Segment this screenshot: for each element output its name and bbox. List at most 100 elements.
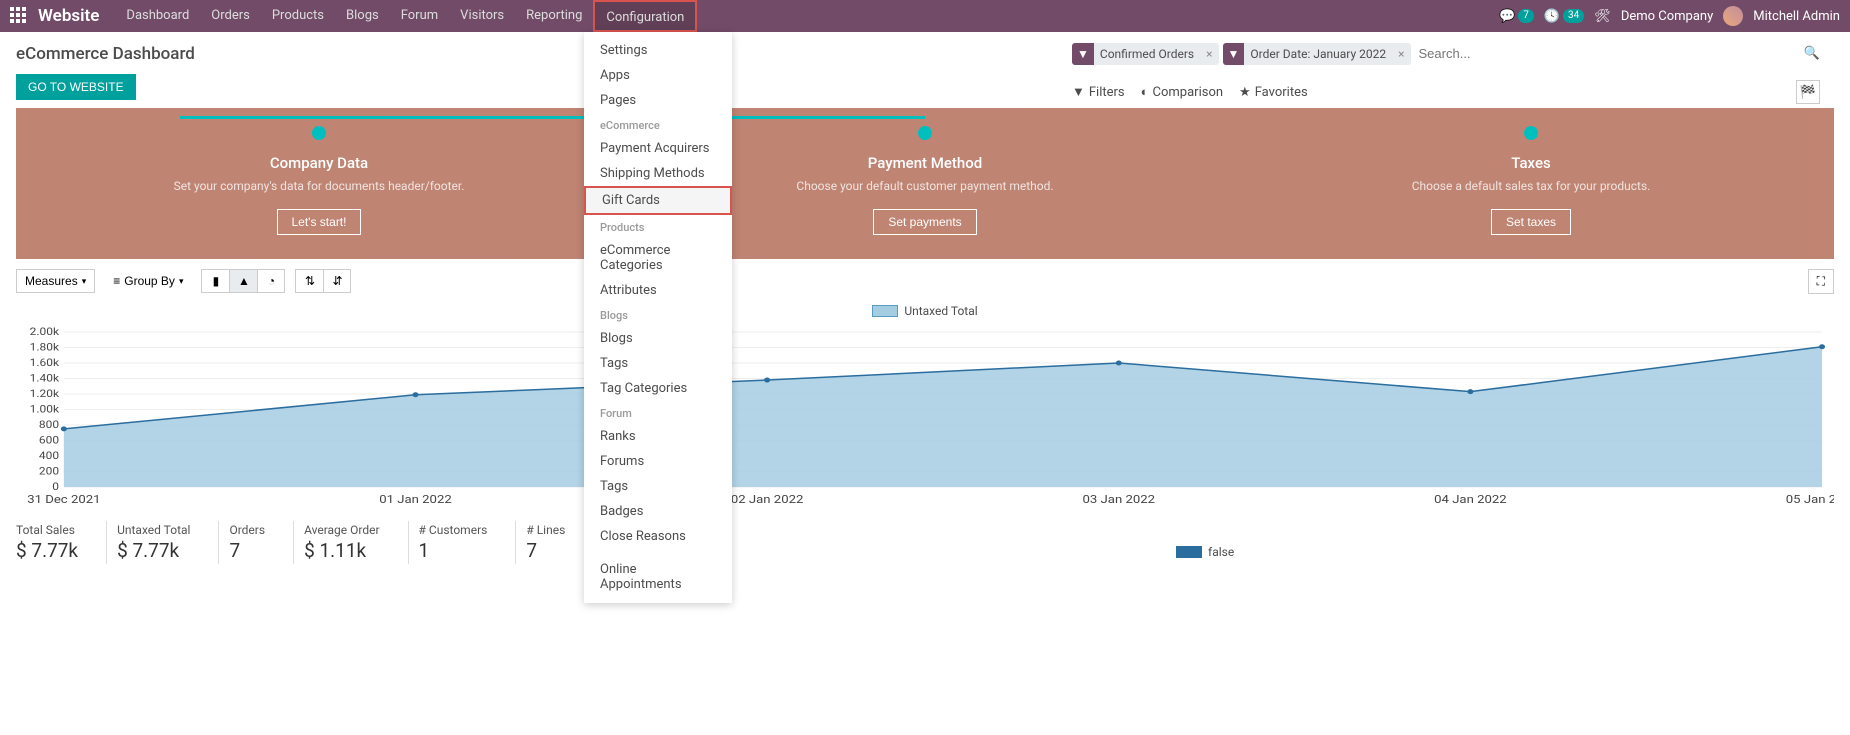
kpi-average-order: Average Order $ 1.11k: [293, 521, 407, 564]
nav-forum[interactable]: Forum: [390, 0, 449, 32]
nav-blogs[interactable]: Blogs: [335, 0, 390, 32]
user-avatar[interactable]: [1723, 6, 1743, 26]
nav-configuration[interactable]: Configuration: [593, 0, 697, 32]
svg-text:1.00k: 1.00k: [30, 403, 60, 415]
user-name[interactable]: Mitchell Admin: [1753, 9, 1840, 24]
activities-indicator[interactable]: 🕓 34: [1544, 9, 1584, 24]
onboarding-banner: Company Data Set your company's data for…: [16, 108, 1834, 259]
dd-apps[interactable]: Apps: [584, 63, 732, 88]
measures-button[interactable]: Measures: [16, 269, 95, 293]
company-name[interactable]: Demo Company: [1621, 9, 1713, 24]
dashboard-view-button[interactable]: 🏁: [1796, 80, 1820, 104]
svg-text:03 Jan 2022: 03 Jan 2022: [1083, 493, 1156, 506]
nav-right: 💬 7 🕓 34 🛠 Demo Company Mitchell Admin: [1499, 6, 1840, 26]
set-payments-button[interactable]: Set payments: [873, 209, 976, 235]
app-brand[interactable]: Website: [38, 6, 99, 26]
line-chart-button[interactable]: ▲: [229, 269, 257, 293]
line-chart-icon: ▲: [238, 274, 250, 288]
expand-button[interactable]: ⛶: [1808, 269, 1834, 294]
svg-text:200: 200: [39, 465, 59, 477]
step-dot-icon: [312, 126, 326, 140]
kpi-total-sales: Total Sales $ 7.77k: [16, 521, 106, 564]
dd-gift-cards[interactable]: Gift Cards: [584, 186, 732, 215]
kpi-conversion-rate: Conversion Rate false: [593, 521, 1834, 564]
kpi-row: Total Sales $ 7.77k Untaxed Total $ 7.77…: [0, 511, 1850, 580]
bar-chart-button[interactable]: ▮: [201, 269, 229, 293]
dd-tags-blogs[interactable]: Tags: [584, 351, 732, 376]
dd-attributes[interactable]: Attributes: [584, 278, 732, 303]
groupby-button[interactable]: ≡ Group By: [105, 270, 191, 292]
chart-type-switcher: ▮ ▲ ◔: [201, 269, 285, 293]
nav-reporting[interactable]: Reporting: [515, 0, 593, 32]
svg-text:1.40k: 1.40k: [30, 372, 60, 384]
dd-tags-forum[interactable]: Tags: [584, 474, 732, 499]
kpi-lines: # Lines 7: [515, 521, 593, 564]
wrench-icon[interactable]: 🛠: [1594, 9, 1611, 24]
kpi-customers: # Customers 1: [408, 521, 516, 564]
go-to-website-button[interactable]: GO TO WEBSITE: [16, 74, 136, 100]
svg-text:600: 600: [39, 434, 59, 446]
dd-shipping-methods[interactable]: Shipping Methods: [584, 161, 732, 186]
kpi-orders: Orders 7: [218, 521, 293, 564]
step-dot-icon: [918, 126, 932, 140]
nav-dashboard[interactable]: Dashboard: [115, 0, 200, 32]
svg-text:1.80k: 1.80k: [30, 341, 60, 353]
dd-forums[interactable]: Forums: [584, 449, 732, 474]
apps-icon[interactable]: [10, 7, 28, 25]
dd-blogs[interactable]: Blogs: [584, 326, 732, 351]
sort-switcher: ⇅ ⇵: [295, 269, 351, 293]
messages-indicator[interactable]: 💬 7: [1499, 9, 1534, 24]
messages-badge: 7: [1518, 9, 1534, 23]
dd-close-reasons[interactable]: Close Reasons: [584, 524, 732, 549]
facet-confirmed-orders[interactable]: ▼ Confirmed Orders ×: [1072, 43, 1219, 65]
groupby-icon: ≡: [113, 274, 120, 288]
clock-icon: 🕓: [1544, 9, 1560, 24]
step-dot-icon: [1524, 126, 1538, 140]
pie-chart-button[interactable]: ◔: [257, 269, 285, 293]
filters-button[interactable]: ▼Filters: [1072, 84, 1125, 100]
filter-row: ▼Filters ◐Comparison ★Favorites 🏁: [1056, 72, 1836, 112]
facet-remove[interactable]: ×: [1392, 47, 1410, 61]
onboard-step-company: Company Data Set your company's data for…: [92, 126, 547, 235]
dd-ecommerce-categories[interactable]: eCommerce Categories: [584, 238, 732, 278]
kpi-untaxed-total: Untaxed Total $ 7.77k: [106, 521, 218, 564]
dd-badges[interactable]: Badges: [584, 499, 732, 524]
configuration-dropdown: Settings Apps Pages eCommerce Payment Ac…: [584, 32, 732, 603]
dd-settings[interactable]: Settings: [584, 38, 732, 63]
lets-start-button[interactable]: Let's start!: [277, 209, 362, 235]
dd-ranks[interactable]: Ranks: [584, 424, 732, 449]
svg-text:1.20k: 1.20k: [30, 388, 60, 400]
dd-tag-categories[interactable]: Tag Categories: [584, 376, 732, 401]
svg-text:02 Jan 2022: 02 Jan 2022: [731, 493, 804, 506]
filter-icon: ▼: [1072, 43, 1094, 65]
svg-text:400: 400: [39, 450, 59, 462]
dd-pages[interactable]: Pages: [584, 88, 732, 113]
facet-order-date[interactable]: ▼ Order Date: January 2022 ×: [1223, 43, 1411, 65]
gauge-icon: 🏁: [1800, 85, 1816, 100]
search-input[interactable]: [1415, 42, 1804, 65]
svg-text:04 Jan 2022: 04 Jan 2022: [1434, 493, 1507, 506]
area-chart: 02004006008001.00k1.20k1.40k1.60k1.80k2.…: [16, 327, 1834, 507]
expand-icon: ⛶: [1817, 274, 1825, 289]
sort-desc-button[interactable]: ⇅: [295, 269, 323, 293]
sort-asc-button[interactable]: ⇵: [323, 269, 351, 293]
svg-text:01 Jan 2022: 01 Jan 2022: [379, 493, 452, 506]
dd-payment-acquirers[interactable]: Payment Acquirers: [584, 136, 732, 161]
set-taxes-button[interactable]: Set taxes: [1491, 209, 1571, 235]
nav-products[interactable]: Products: [261, 0, 335, 32]
nav-orders[interactable]: Orders: [200, 0, 261, 32]
chart-legend: Untaxed Total: [16, 304, 1834, 321]
legend-label: Untaxed Total: [904, 304, 977, 318]
favorites-button[interactable]: ★Favorites: [1239, 85, 1308, 100]
star-icon: ★: [1239, 85, 1251, 100]
chart-toolbar: Measures ≡ Group By ▮ ▲ ◔ ⇅ ⇵ ⛶: [0, 259, 1850, 304]
svg-text:0: 0: [52, 481, 59, 493]
dd-online-appointments[interactable]: Online Appointments: [584, 557, 732, 597]
legend-swatch: [1176, 546, 1202, 558]
nav-visitors[interactable]: Visitors: [449, 0, 515, 32]
comparison-button[interactable]: ◐Comparison: [1141, 84, 1223, 100]
svg-text:2.00k: 2.00k: [30, 327, 60, 338]
funnel-icon: ▼: [1072, 84, 1085, 100]
facet-remove[interactable]: ×: [1200, 47, 1218, 61]
search-icon[interactable]: 🔍: [1804, 46, 1820, 61]
